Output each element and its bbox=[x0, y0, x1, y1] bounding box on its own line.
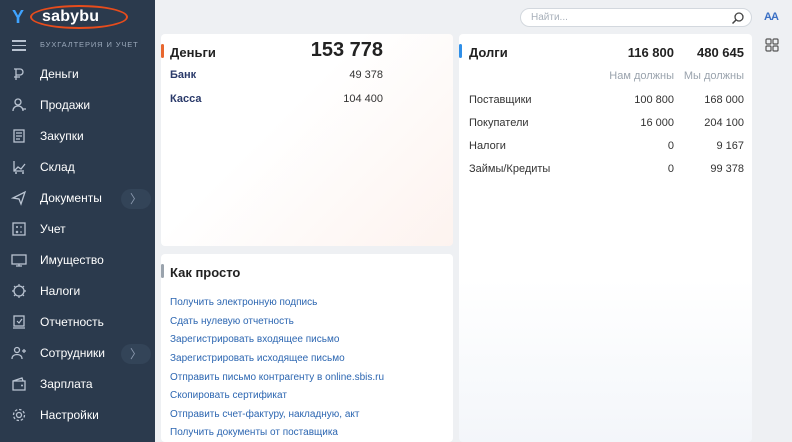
purchases-icon bbox=[13, 129, 25, 143]
easy-link[interactable]: Получить документы от поставщика bbox=[170, 427, 338, 438]
property-icon bbox=[11, 254, 27, 267]
sidebar-item-label: Налоги bbox=[40, 284, 81, 298]
debts-col-owed-to-us: Нам должны bbox=[609, 70, 674, 82]
easy-title: Как просто bbox=[170, 265, 241, 280]
logo-mark-icon: Y bbox=[12, 7, 25, 27]
chevron-right-icon[interactable]: 〉 bbox=[121, 189, 151, 209]
debts-row-value: 99 378 bbox=[710, 163, 744, 175]
logo-text: sabybu bbox=[42, 8, 100, 25]
debts-row-value: 204 100 bbox=[704, 117, 744, 129]
sidebar-item-label: Документы bbox=[40, 191, 102, 205]
reports-icon bbox=[13, 315, 25, 329]
debts-col-we-owe: Мы должны bbox=[683, 70, 744, 82]
sidebar-item-sales[interactable]: Продажи bbox=[0, 90, 155, 121]
sidebar-item-reports[interactable]: Отчетность bbox=[0, 307, 155, 338]
documents-icon bbox=[11, 190, 27, 206]
sidebar-nav: Деньги Продажи Закупки Склад Документы 〉… bbox=[0, 59, 155, 431]
sidebar-item-label: Склад bbox=[40, 160, 75, 174]
sidebar-item-purchases[interactable]: Закупки bbox=[0, 121, 155, 152]
sidebar-item-taxes[interactable]: Налоги bbox=[0, 276, 155, 307]
sidebar-item-label: Отчетность bbox=[40, 315, 104, 329]
money-total: 153 778 bbox=[310, 39, 383, 61]
how-easy-card: Как просто Получить электронную подпись … bbox=[161, 254, 453, 442]
apps-grid-icon[interactable] bbox=[765, 38, 779, 52]
sidebar-item-documents[interactable]: Документы 〉 bbox=[0, 183, 155, 214]
debts-accent bbox=[459, 44, 462, 58]
money-accent bbox=[161, 44, 164, 58]
debts-row-label[interactable]: Покупатели bbox=[469, 117, 529, 129]
sidebar-item-salary[interactable]: Зарплата bbox=[0, 369, 155, 400]
sidebar-item-settings[interactable]: Настройки bbox=[0, 400, 155, 431]
debts-row-value: 0 bbox=[667, 163, 674, 175]
sidebar-item-warehouse[interactable]: Склад bbox=[0, 152, 155, 183]
section-caption: БУХГАЛТЕРИЯ И УЧЕТ bbox=[40, 40, 139, 49]
easy-link[interactable]: Сдать нулевую отчетность bbox=[170, 316, 294, 327]
salary-icon bbox=[12, 377, 26, 391]
money-icon bbox=[14, 68, 24, 80]
sidebar-item-label: Настройки bbox=[40, 408, 99, 422]
debts-total-owed-to-us[interactable]: 116 800 bbox=[599, 45, 674, 60]
taxes-icon bbox=[12, 284, 26, 298]
money-row-value: 104 400 bbox=[343, 93, 383, 105]
sidebar-item-label: Закупки bbox=[40, 129, 84, 143]
sidebar-item-property[interactable]: Имущество bbox=[0, 245, 155, 276]
search-input[interactable]: Найти... bbox=[520, 8, 752, 27]
debts-row-value: 168 000 bbox=[704, 94, 744, 106]
money-row-label[interactable]: Банк bbox=[170, 69, 196, 81]
menu-icon[interactable] bbox=[12, 40, 26, 51]
easy-accent bbox=[161, 264, 164, 278]
debts-row-label[interactable]: Налоги bbox=[469, 140, 506, 152]
debts-title[interactable]: Долги bbox=[469, 45, 508, 60]
easy-link[interactable]: Зарегистрировать исходящее письмо bbox=[170, 353, 345, 364]
debts-row-value: 0 bbox=[667, 140, 674, 152]
money-card[interactable]: Деньги 153 778 Банк 49 378 Касса 104 400 bbox=[161, 34, 453, 246]
debts-row-label[interactable]: Займы/Кредиты bbox=[469, 163, 550, 175]
easy-link[interactable]: Зарегистрировать входящее письмо bbox=[170, 334, 339, 345]
sidebar-item-label: Продажи bbox=[40, 98, 91, 112]
money-title[interactable]: Деньги bbox=[170, 45, 216, 60]
easy-link[interactable]: Отправить письмо контрагенту в online.sb… bbox=[170, 372, 384, 383]
easy-link[interactable]: Отправить счет-фактуру, накладную, акт bbox=[170, 409, 359, 420]
sales-icon bbox=[12, 98, 26, 112]
money-row-value: 49 378 bbox=[349, 69, 383, 81]
settings-icon bbox=[12, 408, 26, 422]
debts-row-label[interactable]: Поставщики bbox=[469, 94, 532, 106]
font-size-icon[interactable]: AA bbox=[764, 11, 779, 23]
sidebar: Y sabybu БУХГАЛТЕРИЯ И УЧЕТ Деньги Прода… bbox=[0, 0, 155, 442]
sidebar-item-employees[interactable]: Сотрудники 〉 bbox=[0, 338, 155, 369]
debts-row-value: 9 167 bbox=[716, 140, 744, 152]
accounting-icon bbox=[12, 222, 26, 236]
debts-row-value: 100 800 bbox=[634, 94, 674, 106]
chevron-right-icon[interactable]: 〉 bbox=[121, 344, 151, 364]
sidebar-item-label: Зарплата bbox=[40, 377, 93, 391]
search-icon[interactable] bbox=[731, 11, 745, 25]
warehouse-icon bbox=[13, 161, 26, 174]
sidebar-item-accounting[interactable]: Учет bbox=[0, 214, 155, 245]
sidebar-item-label: Учет bbox=[40, 222, 66, 236]
easy-link[interactable]: Получить электронную подпись bbox=[170, 297, 317, 308]
search-placeholder: Найти... bbox=[531, 12, 568, 23]
sidebar-item-label: Деньги bbox=[40, 67, 79, 81]
money-row-label[interactable]: Касса bbox=[170, 93, 201, 105]
debts-total-we-owe[interactable]: 480 645 bbox=[674, 45, 744, 60]
logo[interactable]: Y sabybu bbox=[8, 4, 128, 30]
debts-row-value: 16 000 bbox=[640, 117, 674, 129]
easy-link[interactable]: Скопировать сертификат bbox=[170, 390, 287, 401]
employees-icon bbox=[11, 346, 26, 360]
sidebar-item-label: Имущество bbox=[40, 253, 104, 267]
debts-card[interactable]: Долги 116 800 480 645 Нам должны Мы долж… bbox=[459, 34, 752, 442]
sidebar-item-label: Сотрудники bbox=[40, 346, 105, 360]
sidebar-item-money[interactable]: Деньги bbox=[0, 59, 155, 90]
